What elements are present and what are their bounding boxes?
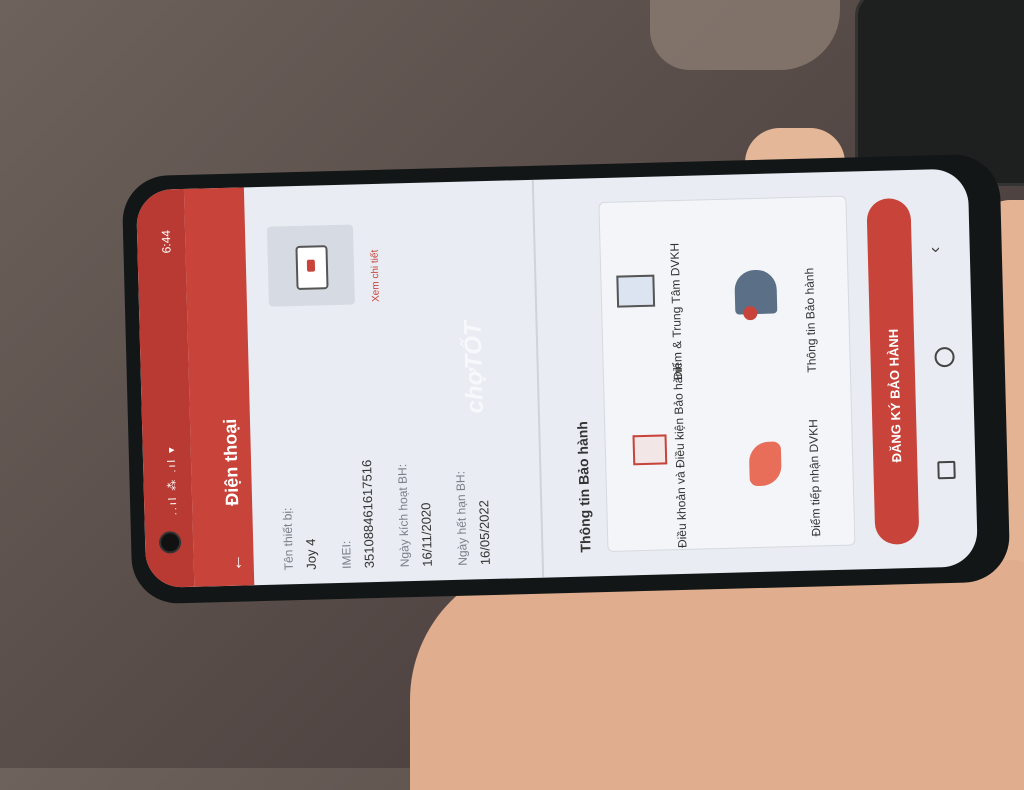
home-icon[interactable] [934, 346, 955, 368]
map-pin-tablet-icon[interactable] [616, 274, 656, 308]
page-title: Điện thoại [219, 418, 243, 507]
expiry-date-value: 16/05/2022 [476, 499, 493, 566]
phone-icon [295, 245, 329, 291]
device-name-label: Tên thiết bị: [280, 507, 296, 571]
tile-warranty-info-label[interactable]: Thông tin Bảo hành [802, 268, 819, 373]
app-bar [183, 187, 255, 587]
imei-value: 351088461617516 [359, 459, 377, 569]
arrow-left-icon[interactable]: ← [225, 553, 246, 572]
status-time: 6:44 [158, 229, 174, 254]
activation-date-value: 16/11/2020 [418, 502, 435, 567]
divider [531, 179, 545, 578]
warranty-section-title: Thông tin Bảo hành [574, 420, 594, 553]
view-details-link[interactable]: Xem chi tiết [370, 250, 382, 303]
document-icon[interactable] [632, 434, 668, 466]
device-image [266, 224, 355, 307]
recent-apps-icon[interactable] [937, 460, 956, 480]
device-name-value: Joy 4 [303, 538, 319, 570]
status-icons: ..ıl ⁂ .ıl ▾ [165, 445, 180, 516]
phone: 6:44 ..ıl ⁂ .ıl ▾ ← Điện thoại Xem chi t… [121, 153, 1011, 605]
watermark: chợTỐT [459, 320, 489, 414]
nav-back-icon[interactable]: ‹ [924, 247, 945, 254]
screen: 6:44 ..ıl ⁂ .ıl ▾ ← Điện thoại Xem chi t… [135, 168, 979, 589]
expiry-date-label: Ngày hết hạn BH: [453, 470, 470, 566]
activation-date-label: Ngày kích hoạt BH: [395, 463, 412, 568]
surface-stain [650, 0, 840, 70]
imei-label: IMEI: [339, 540, 354, 569]
